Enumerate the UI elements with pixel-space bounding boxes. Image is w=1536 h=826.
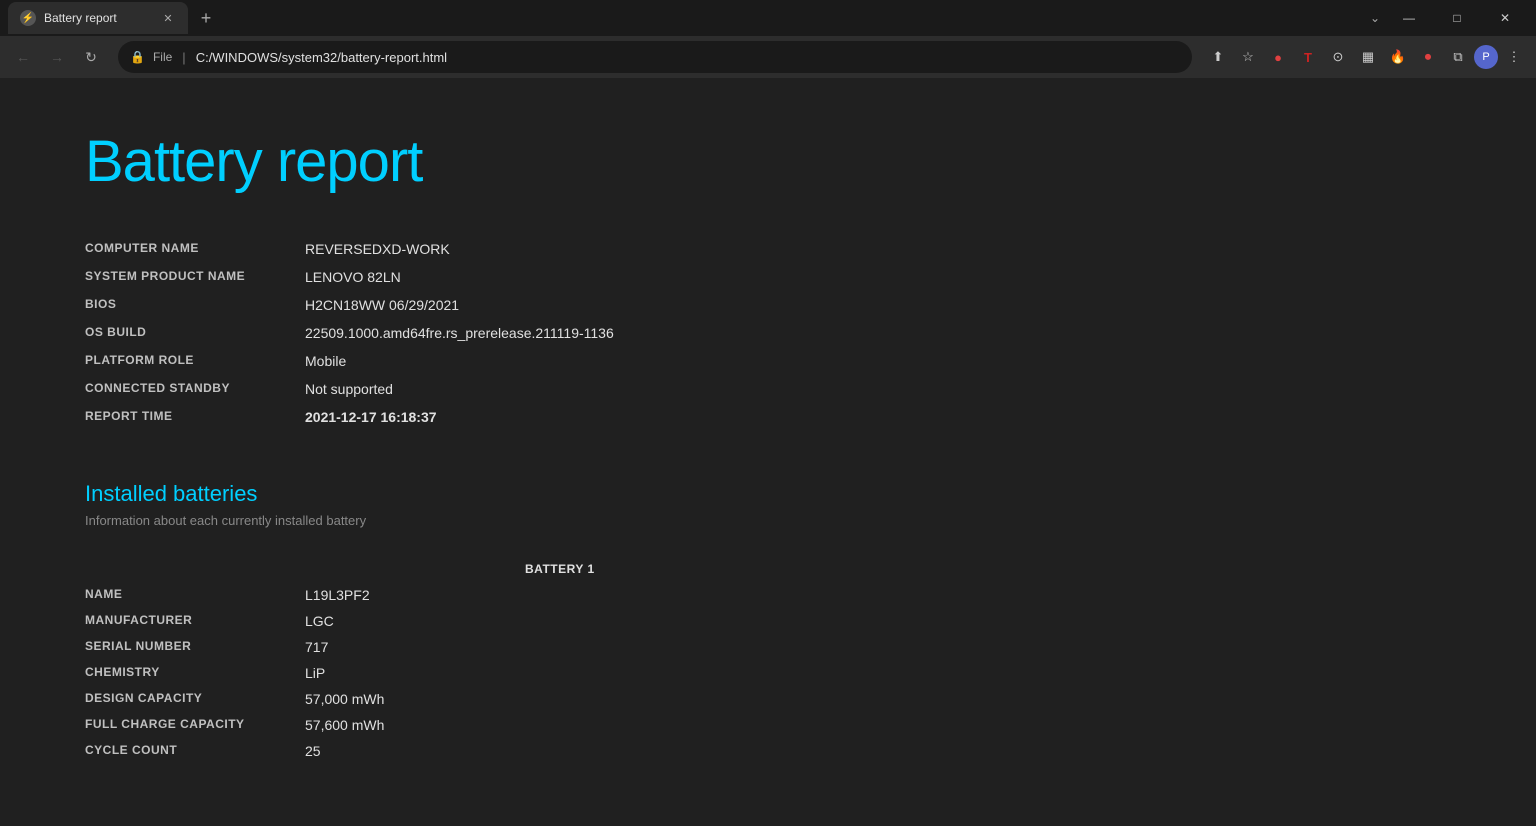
battery-row-value: 25	[305, 738, 1451, 764]
window-controls: — □ ✕	[1386, 2, 1528, 34]
page-title: Battery report	[85, 128, 1451, 195]
address-separator: |	[182, 50, 185, 65]
favorites-icon[interactable]: ☆	[1234, 43, 1262, 71]
system-info-row: COMPUTER NAME REVERSEDXD-WORK	[85, 235, 1451, 263]
battery-row-label: NAME	[85, 582, 305, 608]
toolbar-icons: ⬆ ☆ ● T ⊙ ▦ 🔥 ⏺ ⧉ P ⋮	[1204, 43, 1528, 71]
system-info-value: 22509.1000.amd64fre.rs_prerelease.211119…	[305, 319, 1451, 347]
battery-row-label: CYCLE COUNT	[85, 738, 305, 764]
system-info-label: COMPUTER NAME	[85, 235, 305, 263]
battery-info-row: MANUFACTURER LGC	[85, 608, 1451, 634]
extension-icon-5[interactable]: 🔥	[1384, 43, 1412, 71]
address-security-icon: 🔒	[130, 50, 145, 64]
browser-chrome: ⚡ Battery report ✕ + ⌄ — □ ✕ ← → ↻ 🔒 Fil…	[0, 0, 1536, 78]
battery-table: BATTERY 1 NAME L19L3PF2 MANUFACTURER LGC…	[85, 556, 1451, 764]
refresh-button[interactable]: ↻	[76, 42, 106, 72]
system-info-label: REPORT TIME	[85, 403, 305, 431]
system-info-value: REVERSEDXD-WORK	[305, 235, 1451, 263]
address-text: C:/WINDOWS/system32/battery-report.html	[196, 50, 1180, 65]
toolbar: ← → ↻ 🔒 File | C:/WINDOWS/system32/batte…	[0, 36, 1536, 78]
extension-icon-2[interactable]: T	[1294, 43, 1322, 71]
battery-info-row: FULL CHARGE CAPACITY 57,600 mWh	[85, 712, 1451, 738]
system-info-label: CONNECTED STANDBY	[85, 375, 305, 403]
extension-icon-6[interactable]: ⏺	[1414, 43, 1442, 71]
system-info-value: Mobile	[305, 347, 1451, 375]
battery-row-value: 57,000 mWh	[305, 686, 1451, 712]
extensions-icon[interactable]: ⧉	[1444, 43, 1472, 71]
battery-row-value: 57,600 mWh	[305, 712, 1451, 738]
battery-info-row: DESIGN CAPACITY 57,000 mWh	[85, 686, 1451, 712]
section-title: Installed batteries	[85, 481, 1451, 507]
system-info-row: REPORT TIME 2021-12-17 16:18:37	[85, 403, 1451, 431]
system-info-row: OS BUILD 22509.1000.amd64fre.rs_prerelea…	[85, 319, 1451, 347]
tab-close-button[interactable]: ✕	[160, 10, 176, 26]
page-content: Battery report COMPUTER NAME REVERSEDXD-…	[0, 78, 1536, 826]
battery-row-value: LiP	[305, 660, 1451, 686]
battery-row-value: LGC	[305, 608, 1451, 634]
battery-info-row: NAME L19L3PF2	[85, 582, 1451, 608]
system-info-row: BIOS H2CN18WW 06/29/2021	[85, 291, 1451, 319]
tab-chevron[interactable]: ⌄	[1364, 11, 1386, 25]
battery-table-empty-header	[85, 556, 305, 582]
battery-info-row: SERIAL NUMBER 717	[85, 634, 1451, 660]
system-info-row: PLATFORM ROLE Mobile	[85, 347, 1451, 375]
minimize-button[interactable]: —	[1386, 2, 1432, 34]
extension-icon-3[interactable]: ⊙	[1324, 43, 1352, 71]
installed-batteries-section: Installed batteries Information about ea…	[85, 481, 1451, 764]
system-info-table: COMPUTER NAME REVERSEDXD-WORK SYSTEM PRO…	[85, 235, 1451, 431]
system-info-value: 2021-12-17 16:18:37	[305, 403, 1451, 431]
system-info-row: CONNECTED STANDBY Not supported	[85, 375, 1451, 403]
tab-strip: ⚡ Battery report ✕ +	[8, 2, 1364, 34]
system-info-label: BIOS	[85, 291, 305, 319]
battery-row-value: L19L3PF2	[305, 582, 1451, 608]
battery-row-label: DESIGN CAPACITY	[85, 686, 305, 712]
section-subtitle: Information about each currently install…	[85, 513, 1451, 528]
system-info-value: LENOVO 82LN	[305, 263, 1451, 291]
tab-favicon: ⚡	[20, 10, 36, 26]
address-bar[interactable]: 🔒 File | C:/WINDOWS/system32/battery-rep…	[118, 41, 1192, 73]
close-button[interactable]: ✕	[1482, 2, 1528, 34]
back-button[interactable]: ←	[8, 42, 38, 72]
extension-icon-1[interactable]: ●	[1264, 43, 1292, 71]
system-info-label: PLATFORM ROLE	[85, 347, 305, 375]
battery-row-label: SERIAL NUMBER	[85, 634, 305, 660]
battery-info-row: CYCLE COUNT 25	[85, 738, 1451, 764]
battery-row-value: 717	[305, 634, 1451, 660]
system-info-label: SYSTEM PRODUCT NAME	[85, 263, 305, 291]
address-file-label: File	[153, 50, 172, 64]
tab-title: Battery report	[44, 11, 152, 25]
forward-button[interactable]: →	[42, 42, 72, 72]
profile-avatar[interactable]: P	[1474, 45, 1498, 69]
battery-column-header: BATTERY 1	[305, 556, 1451, 582]
system-info-row: SYSTEM PRODUCT NAME LENOVO 82LN	[85, 263, 1451, 291]
battery-row-label: CHEMISTRY	[85, 660, 305, 686]
battery-row-label: MANUFACTURER	[85, 608, 305, 634]
system-info-value: Not supported	[305, 375, 1451, 403]
share-icon[interactable]: ⬆	[1204, 43, 1232, 71]
new-tab-button[interactable]: +	[192, 4, 220, 32]
system-info-value: H2CN18WW 06/29/2021	[305, 291, 1451, 319]
system-info-label: OS BUILD	[85, 319, 305, 347]
title-bar: ⚡ Battery report ✕ + ⌄ — □ ✕	[0, 0, 1536, 36]
battery-row-label: FULL CHARGE CAPACITY	[85, 712, 305, 738]
maximize-button[interactable]: □	[1434, 2, 1480, 34]
extension-icon-4[interactable]: ▦	[1354, 43, 1382, 71]
battery-info-row: CHEMISTRY LiP	[85, 660, 1451, 686]
menu-icon[interactable]: ⋮	[1500, 43, 1528, 71]
browser-tab[interactable]: ⚡ Battery report ✕	[8, 2, 188, 34]
